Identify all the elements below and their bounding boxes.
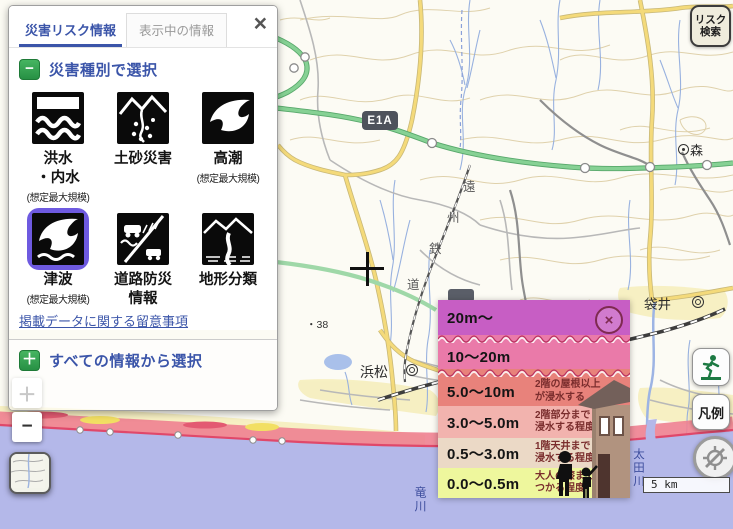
disaster-info-panel: 災害リスク情報 表示中の情報 × − 災害種別で選択 洪水 xyxy=(8,5,278,411)
risk-search-label: リスク xyxy=(695,14,727,26)
map-lake xyxy=(324,354,352,370)
disaster-option-landslide[interactable]: 土砂災害 xyxy=(112,87,174,204)
zoom-out-button[interactable]: − xyxy=(12,412,42,442)
city-marker-hamamatsu xyxy=(406,364,418,376)
legend-range: 10～20m xyxy=(447,346,535,367)
legend-wave-separator xyxy=(438,369,630,377)
legend-range: 0.0～0.5m xyxy=(447,473,535,494)
legend-close-icon[interactable]: × xyxy=(595,306,623,334)
collapse-section-button[interactable]: − xyxy=(19,59,40,80)
legend-range: 5.0～10m xyxy=(447,381,535,402)
tsunami-selected-border xyxy=(27,208,89,270)
people-illustration xyxy=(554,450,600,498)
legend-toggle-button[interactable]: 凡例 xyxy=(692,394,730,430)
scale-bar: 5 km xyxy=(643,477,730,493)
town-marker-mori xyxy=(678,144,689,155)
icon-label: 地形分類 xyxy=(199,272,257,289)
legend-range: 3.0～5.0m xyxy=(447,412,535,433)
tab-disaster-risk-info[interactable]: 災害リスク情報 xyxy=(19,15,122,47)
disaster-option-storm-surge[interactable]: 高潮 (想定最大規模) xyxy=(197,87,260,204)
geolocation-disabled-button[interactable] xyxy=(693,436,733,480)
icon-label: 土砂災害 xyxy=(114,151,172,168)
disaster-option-tsunami[interactable]: 津波 (想定最大規模) xyxy=(27,208,90,308)
hazard-map-app: ＋ E1A 森 袋井 浜松 ・38 太田川 竜川 遠 州 鉄 道 災害リスク情報… xyxy=(0,0,733,529)
icon-label: 洪水 xyxy=(43,151,72,168)
center-crosshair xyxy=(366,252,369,286)
legend-range: 0.5～3.0m xyxy=(447,443,535,464)
icon-sublabel: (想定最大規模) xyxy=(27,189,90,204)
overview-map-button[interactable] xyxy=(9,452,51,494)
legend-range: 20m～ xyxy=(447,307,535,328)
minimap-thumbnail xyxy=(11,454,45,488)
expand-section-button[interactable]: ＋ xyxy=(19,350,40,371)
location-crosshair-icon xyxy=(702,445,728,471)
disaster-icon-grid: 洪水 ・内水 (想定最大規模) 土砂災害 xyxy=(9,87,277,308)
storm-surge-icon xyxy=(202,92,254,144)
icon-sublabel: (想定最大規模) xyxy=(197,170,260,185)
close-icon[interactable]: × xyxy=(254,12,267,35)
icon-sublabel: (想定最大規模) xyxy=(27,291,90,306)
expressway-badge-e1a: E1A xyxy=(362,111,398,130)
icon-label: 情報 xyxy=(129,291,158,308)
legend-button-label: 凡例 xyxy=(698,403,724,422)
landslide-icon xyxy=(117,92,169,144)
evacuation-site-button[interactable] xyxy=(692,348,730,386)
icon-label: 高潮 xyxy=(213,151,242,168)
disaster-option-road-disaster[interactable]: 道路防災 情報 xyxy=(112,208,174,308)
section-title-disaster-type: 災害種別で選択 xyxy=(49,59,158,80)
tab-displayed-info[interactable]: 表示中の情報 xyxy=(126,13,227,47)
section-title-all-info: すべての情報から選択 xyxy=(49,350,202,371)
disaster-option-flood[interactable]: 洪水 ・内水 (想定最大規模) xyxy=(27,87,90,204)
disaster-option-terrain[interactable]: 地形分類 xyxy=(197,208,259,308)
data-notice-link[interactable]: 掲載データに関する留意事項 xyxy=(19,311,267,330)
tsunami-depth-legend: × 20m～ 10～20m 5.0～10m 2階の屋根以上が浸水する 3.0～5… xyxy=(438,300,630,498)
icon-label: ・内水 xyxy=(36,170,80,187)
terrain-icon xyxy=(202,213,254,265)
city-marker-fukuroi xyxy=(692,296,704,308)
legend-row: 10～20m xyxy=(438,343,630,369)
risk-search-label: 検索 xyxy=(700,26,721,38)
road-disaster-icon xyxy=(117,213,169,265)
icon-label: 津波 xyxy=(43,272,72,289)
risk-search-button[interactable]: リスク 検索 xyxy=(690,5,731,47)
flood-icon xyxy=(32,92,84,144)
running-person-icon xyxy=(697,353,725,381)
panel-tabs: 災害リスク情報 表示中の情報 × xyxy=(9,6,277,48)
tsunami-icon xyxy=(32,213,84,265)
legend-wave-separator xyxy=(438,335,630,343)
icon-label: 道路防災 xyxy=(114,272,172,289)
